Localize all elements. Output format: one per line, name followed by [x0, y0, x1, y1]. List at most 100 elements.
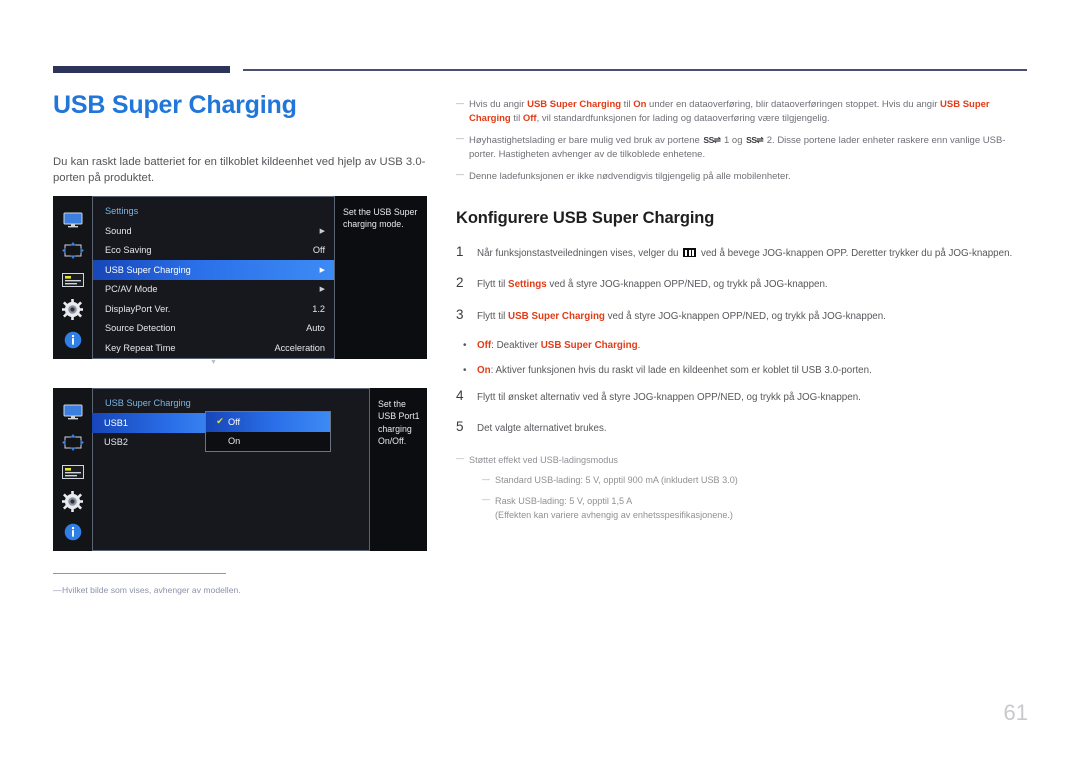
sub-note: Støttet effekt ved USB-ladingsmodus	[456, 453, 1028, 468]
page-title: USB Super Charging	[53, 91, 297, 119]
osd-row-label: Key Repeat Time	[105, 342, 176, 353]
header-accent-bar	[53, 66, 230, 73]
picture-size-icon	[60, 240, 86, 261]
bullet-item: • Off: Deaktiver USB Super Charging.	[456, 339, 1028, 353]
osd-row-label: DisplayPort Ver.	[105, 303, 171, 314]
step-number: 2	[456, 275, 464, 291]
menu-icon	[683, 248, 697, 258]
osd-row-displayport-ver[interactable]: DisplayPort Ver. 1.2	[93, 299, 334, 319]
dropdown-option-label: On	[228, 436, 241, 447]
step-number: 4	[456, 388, 464, 404]
osd-menu-header: USB Super Charging	[105, 398, 191, 408]
bullet-dot: •	[463, 365, 467, 376]
emphasis-text: On	[633, 99, 647, 110]
osd-row-value: 1.2	[312, 303, 325, 314]
dropdown-option-label: Off	[228, 416, 241, 427]
picture-size-icon	[60, 432, 86, 453]
step-text: Flytt til USB Super Charging ved å styre…	[477, 310, 886, 322]
step-text: Flytt til Settings ved å styre JOG-knapp…	[477, 279, 828, 291]
osd-row-sound[interactable]: Sound ▶	[93, 221, 334, 241]
header-thin-rule	[243, 69, 1027, 71]
emphasis-text: Off	[477, 339, 492, 351]
osd-description-panel: Set the USB Port1 charging On/Off.	[370, 388, 427, 551]
monitor-icon	[60, 402, 86, 423]
osd-row-usb1[interactable]: USB1	[92, 413, 206, 433]
emphasis-text: Settings	[508, 279, 547, 291]
osd-description-panel: Set the USB Super charging mode.	[335, 196, 427, 359]
bullet-item: • On: Aktiver funksjonen hvis du raskt v…	[456, 364, 1028, 378]
step-number: 5	[456, 419, 464, 435]
note-item: Hvis du angir USB Super Charging til On …	[456, 98, 1028, 127]
step-item: 4 Flytt til ønsket alternativ ved å styr…	[456, 389, 1028, 405]
bullet-text: On: Aktiver funksjonen hvis du raskt vil…	[477, 365, 872, 376]
osd-row-label: USB1	[104, 417, 129, 428]
osd-row-source-detection[interactable]: Source Detection Auto	[93, 319, 334, 339]
osd-row-label: Sound	[105, 225, 132, 236]
monitor-icon	[60, 210, 86, 231]
osd-row-usb2[interactable]: USB2	[92, 433, 206, 453]
osd-row-label: USB2	[104, 437, 129, 448]
sub-notes-group: Støttet effekt ved USB-ladingsmodus Stan…	[456, 453, 1028, 523]
intro-paragraph: Du kan raskt lade batteriet for en tilko…	[53, 155, 426, 184]
dropdown-option-off[interactable]: ✔ Off	[206, 412, 330, 432]
right-column: Hvis du angir USB Super Charging til On …	[456, 98, 1028, 529]
osd-row-pc-av-mode[interactable]: PC/AV Mode ▶	[93, 280, 334, 300]
step-item: 1 Når funksjonstastveiledningen vises, v…	[456, 245, 1028, 261]
footnote-rule	[53, 573, 226, 574]
osd-row-usb-super-charging[interactable]: USB Super Charging ▶	[93, 260, 334, 280]
osd-icon-rail	[53, 196, 92, 359]
chevron-right-icon: ▶	[319, 227, 325, 235]
page-header-rules	[0, 0, 1080, 80]
gear-icon	[60, 299, 86, 321]
dropdown-option-on[interactable]: On	[206, 432, 330, 452]
bullet-dot: •	[463, 339, 467, 351]
osd-onoff-dropdown[interactable]: ✔ Off On	[205, 411, 331, 452]
osd-row-value: Off	[312, 245, 325, 256]
info-icon	[60, 521, 86, 542]
osd-row-label: Eco Saving	[105, 245, 152, 256]
check-icon: ✔	[216, 416, 224, 427]
section-title: Konfigurere USB Super Charging	[456, 209, 715, 228]
chevron-right-icon: ▶	[319, 266, 325, 274]
info-icon	[60, 329, 86, 350]
note-item: Høyhastighetslading er bare mulig ved br…	[456, 133, 1028, 163]
osd-row-label: USB Super Charging	[105, 264, 191, 275]
osd-row-value: Auto	[306, 323, 325, 334]
osd-menu-body: Settings Sound ▶ Eco Saving Off USB Supe…	[92, 196, 335, 366]
left-footnote: —Hvilket bilde som vises, avhenger av mo…	[53, 584, 423, 596]
osd-row-eco-saving[interactable]: Eco Saving Off	[93, 241, 334, 261]
osd-row-label: PC/AV Mode	[105, 284, 158, 295]
emphasis-text: USB Super Charging	[527, 99, 622, 110]
sub-note: Rask USB-lading: 5 V, opptil 1,5 A (Effe…	[482, 494, 1028, 522]
step-number: 3	[456, 306, 464, 322]
osd-list-icon	[60, 462, 86, 483]
note-item: Denne ladefunksjonen er ikke nødvendigvi…	[456, 169, 1028, 184]
osd-row-label: Source Detection	[105, 323, 176, 334]
gear-icon	[60, 491, 86, 513]
osd-row-value: Acceleration	[274, 342, 325, 353]
sub-note: Standard USB-lading: 5 V, opptil 900 mA …	[482, 474, 1028, 488]
step-number: 1	[456, 244, 464, 260]
footnote-dash: —	[53, 585, 62, 595]
osd-list-icon	[60, 270, 86, 291]
chevron-right-icon: ▶	[319, 286, 325, 294]
osd-screenshot-settings-menu: Settings Sound ▶ Eco Saving Off USB Supe…	[53, 196, 427, 366]
step-item: 2 Flytt til Settings ved å styre JOG-kna…	[456, 276, 1028, 292]
emphasis-text: On	[477, 365, 491, 376]
usb-superspeed-icon: SS⇌	[746, 134, 764, 145]
left-column: USB Super Charging Du kan raskt lade bat…	[53, 91, 433, 186]
emphasis-text: USB Super Charging	[508, 310, 605, 322]
step-text: Det valgte alternativet brukes.	[477, 423, 607, 435]
scroll-down-icon[interactable]: ▼	[93, 359, 334, 366]
footnote-text: Hvilket bilde som vises, avhenger av mod…	[62, 585, 241, 595]
osd-icon-rail	[53, 388, 92, 551]
usb-superspeed-icon: SS⇌	[703, 134, 721, 145]
osd-row-key-repeat-time[interactable]: Key Repeat Time Acceleration	[93, 338, 334, 358]
step-text: Når funksjonstastveiledningen vises, vel…	[477, 248, 1013, 260]
osd-menu-header: Settings	[105, 206, 139, 216]
osd-port-list: USB1 USB2	[92, 413, 206, 452]
emphasis-text: USB Super Charging	[540, 339, 638, 351]
page-number: 61	[1003, 700, 1028, 725]
bullet-text: Off: Deaktiver USB Super Charging.	[477, 339, 641, 351]
step-item: 5 Det valgte alternativet brukes.	[456, 420, 1028, 436]
